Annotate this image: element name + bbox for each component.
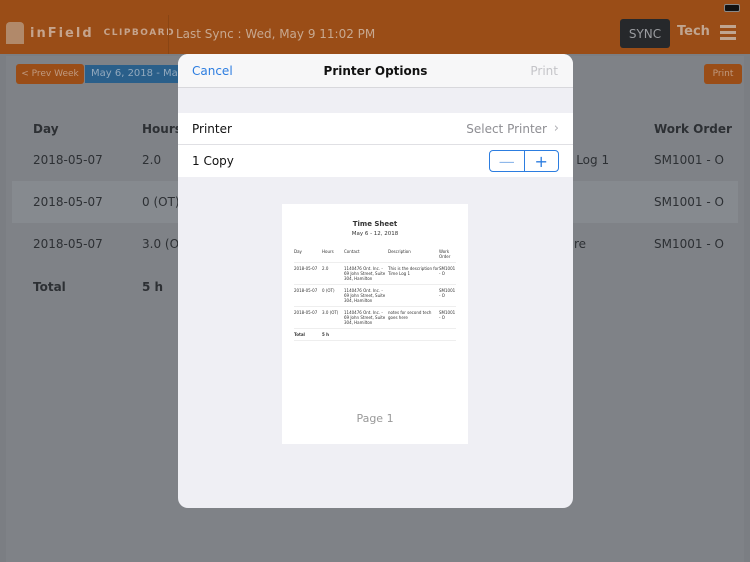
logo-figure-icon	[6, 22, 24, 44]
printer-options-dialog: Printer Options Cancel Print Printer Sel…	[178, 54, 573, 508]
preview-cell: 2018-05-07	[294, 310, 318, 315]
logo: inField CLIPBOARD	[6, 22, 175, 44]
cell-wo: SM1001 - O	[654, 237, 724, 251]
preview-cell: Total	[294, 332, 305, 337]
cell-day: 2018-05-07	[33, 195, 103, 209]
preview-row: 2018-05-07 3.0 (OT) 1140476 Ont. Inc. - …	[294, 307, 456, 329]
logo-name: inField	[30, 25, 94, 41]
preview-header: Contact	[344, 249, 360, 254]
copies-label: 1 Copy	[192, 154, 234, 168]
preview-cell: 0 (OT)	[322, 288, 335, 293]
battery-icon	[724, 4, 740, 12]
copies-stepper[interactable]: — +	[489, 150, 559, 172]
preview-cell: 1140476 Ont. Inc. - 69 John Street, Suit…	[344, 310, 386, 325]
total-hours: 5 h	[142, 280, 164, 294]
preview-cell: 1140476 Ont. Inc. - 69 John Street, Suit…	[344, 266, 386, 281]
chevron-right-icon: ›	[553, 121, 559, 136]
preview-cell	[388, 288, 439, 303]
preview-cell: 1140476 Ont. Inc. - 69 John Street, Suit…	[344, 288, 386, 303]
print-preview-page[interactable]: Time Sheet May 6 - 12, 2018 Day Hours Co…	[282, 204, 468, 444]
preview-header: Description	[388, 249, 411, 254]
col-day: Day	[33, 122, 59, 136]
prev-week-button[interactable]: < Prev Week	[16, 64, 84, 84]
preview-cell: notes for second tech goes here	[388, 310, 432, 320]
printer-select-row[interactable]: Printer Select Printer ›	[178, 113, 573, 145]
cell-hours: 2.0	[142, 153, 162, 167]
page-number: Page 1	[356, 412, 394, 425]
print-button[interactable]: Print	[704, 64, 742, 84]
dialog-header: Printer Options Cancel Print	[178, 54, 573, 88]
cell-wo: SM1001 - O	[654, 153, 724, 167]
logo-sub: CLIPBOARD	[103, 28, 176, 38]
col-work-order: Work Order	[654, 122, 732, 136]
cell-wo: SM1001 - O	[654, 195, 724, 209]
decrement-button[interactable]: —	[490, 151, 525, 171]
preview-header: Day	[294, 249, 302, 254]
copies-row: 1 Copy — +	[178, 145, 573, 177]
preview-cell: 2.0	[322, 266, 329, 271]
preview-row: 2018-05-07 2.0 1140476 Ont. Inc. - 69 Jo…	[294, 263, 456, 285]
printer-value: Select Printer	[466, 122, 547, 136]
top-bar: inField CLIPBOARD Last Sync : Wed, May 9…	[0, 0, 750, 54]
col-hours: Hours	[142, 122, 182, 136]
user-label[interactable]: Tech	[677, 24, 710, 39]
preview-header: Hours	[322, 249, 334, 254]
preview-cell: SM1001 - O	[439, 310, 456, 320]
last-sync: Last Sync : Wed, May 9 11:02 PM	[176, 27, 376, 41]
preview-total-row: Total 5 h	[294, 329, 456, 341]
sync-button[interactable]: SYNC	[620, 19, 670, 48]
increment-button[interactable]: +	[525, 151, 559, 171]
total-label: Total	[33, 280, 66, 294]
cell-hours: 0 (OT)	[142, 195, 180, 209]
preview-cell: 5 h	[322, 332, 330, 337]
cancel-button[interactable]: Cancel	[192, 64, 233, 78]
dialog-print-button[interactable]: Print	[530, 64, 558, 78]
preview-cell: This is the description for Time Log 1	[388, 266, 439, 276]
hamburger-menu-icon[interactable]	[720, 25, 736, 43]
cell-day: 2018-05-07	[33, 153, 103, 167]
preview-row: 2018-05-07 0 (OT) 1140476 Ont. Inc. - 69…	[294, 285, 456, 307]
preview-header-row: Day Hours Contact Description Work Order	[294, 246, 456, 263]
preview-table: Day Hours Contact Description Work Order…	[294, 246, 456, 341]
preview-header: Work Order	[439, 249, 451, 259]
divider	[168, 15, 169, 54]
cell-day: 2018-05-07	[33, 237, 103, 251]
preview-cell: 3.0 (OT)	[322, 310, 339, 315]
dialog-title: Printer Options	[323, 64, 428, 78]
preview-title: Time Sheet	[352, 220, 398, 228]
preview-cell: 2018-05-07	[294, 288, 318, 293]
preview-cell: SM1001 - O	[439, 288, 456, 298]
printer-label: Printer	[192, 122, 232, 136]
cell-desc: re	[574, 237, 587, 251]
preview-cell: SM1001 - O	[439, 266, 456, 276]
preview-dates: May 6 - 12, 2018	[351, 231, 399, 237]
preview-cell: 2018-05-07	[294, 266, 318, 271]
